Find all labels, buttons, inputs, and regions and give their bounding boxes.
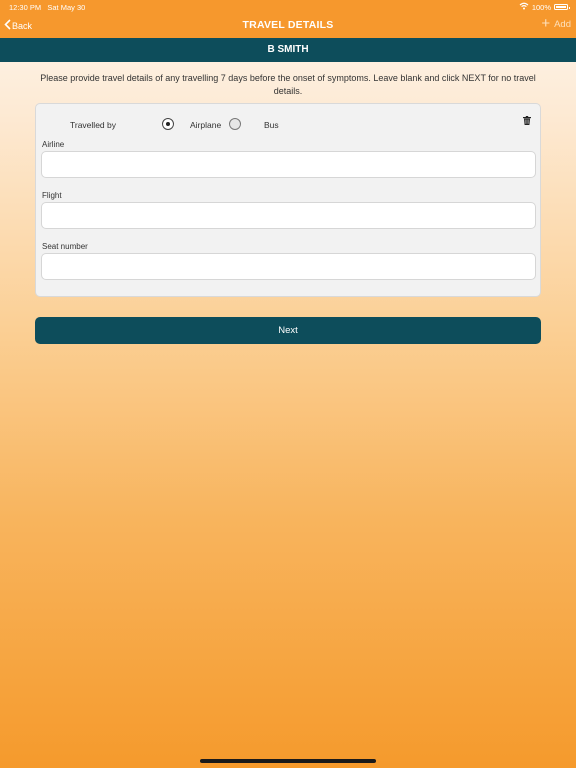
- wifi-icon: [519, 2, 529, 12]
- home-indicator: [200, 759, 376, 763]
- battery-icon: [554, 4, 570, 10]
- travel-entry-card: Travelled by Airplane Bus Airline Flight…: [35, 103, 541, 297]
- airplane-radio[interactable]: [162, 118, 174, 130]
- status-indicators: 100%: [519, 2, 570, 12]
- status-time: 12:30 PM Sat May 30: [9, 3, 85, 12]
- airline-input[interactable]: [41, 151, 536, 178]
- trash-icon[interactable]: [523, 112, 531, 130]
- page-title: TRAVEL DETAILS: [242, 19, 334, 31]
- patient-name-bar: B SMITH: [0, 38, 576, 62]
- plus-icon: +: [541, 15, 551, 32]
- seat-number-label: Seat number: [42, 242, 88, 251]
- flight-input[interactable]: [41, 202, 536, 229]
- travelled-by-label: Travelled by: [70, 120, 116, 130]
- status-date: Sat May 30: [47, 3, 86, 12]
- flight-label: Flight: [42, 191, 62, 200]
- top-bar: 12:30 PM Sat May 30 100% Back TRAVEL DET…: [0, 0, 576, 38]
- bus-label: Bus: [264, 120, 279, 130]
- seat-number-input[interactable]: [41, 253, 536, 280]
- instructions-text: Please provide travel details of any tra…: [40, 73, 536, 96]
- airplane-label: Airplane: [190, 120, 222, 130]
- next-button[interactable]: Next: [35, 317, 541, 344]
- airline-label: Airline: [42, 140, 65, 149]
- add-label: Add: [554, 18, 571, 30]
- bus-radio[interactable]: [229, 118, 241, 130]
- battery-percent: 100%: [531, 2, 551, 12]
- status-time-text: 12:30 PM: [9, 3, 42, 12]
- add-button[interactable]: + Add: [541, 15, 571, 32]
